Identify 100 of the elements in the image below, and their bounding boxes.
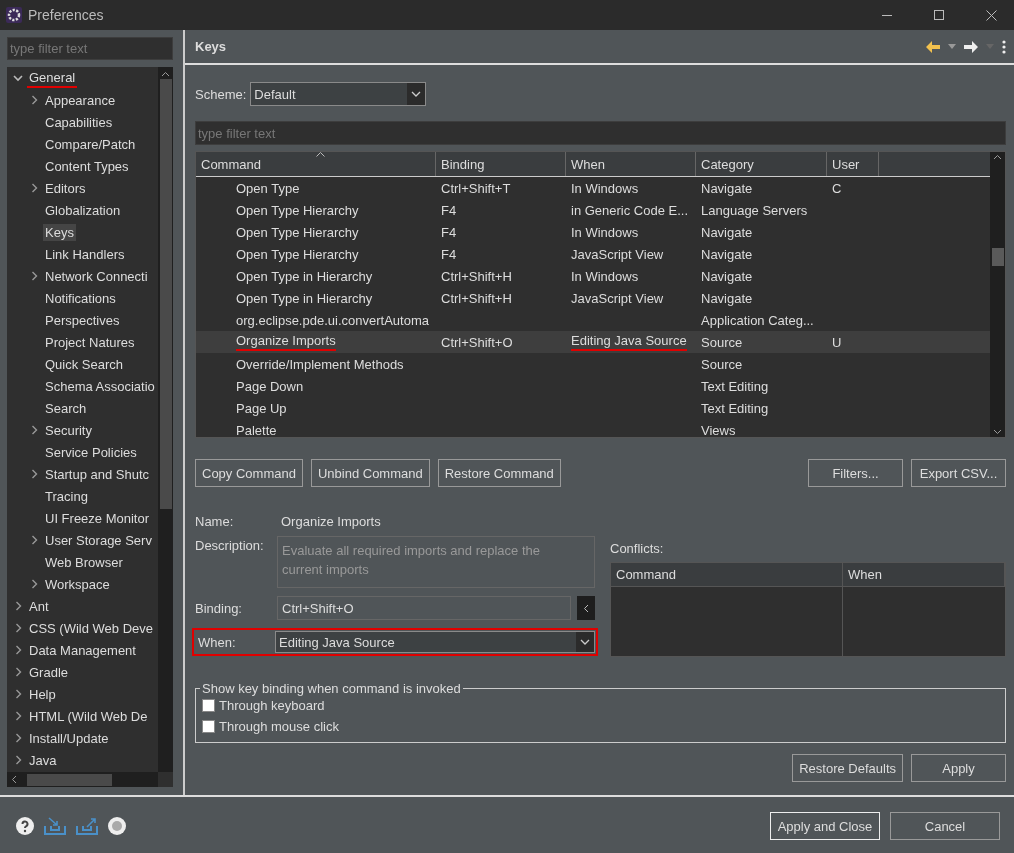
command-button[interactable]: Unbind Command: [310, 459, 430, 487]
maximize-icon[interactable]: [934, 10, 944, 20]
column-header[interactable]: Binding: [436, 152, 566, 176]
tree-item[interactable]: Network Connecti: [43, 267, 150, 285]
forward-arrow-icon[interactable]: [964, 40, 978, 53]
tree-item[interactable]: Globalization: [43, 201, 123, 219]
scroll-up-icon[interactable]: [161, 71, 170, 77]
tree-item[interactable]: Keys: [43, 223, 76, 241]
table-row[interactable]: Open Type Ctrl+Shift+T In Windows Navigate C: [196, 177, 990, 199]
help-icon[interactable]: [16, 817, 34, 835]
command-button[interactable]: Export CSV...: [911, 459, 1006, 487]
table-row[interactable]: org.eclipse.pde.ui.convertAutoma Application Categ...: [196, 309, 990, 331]
filter-field[interactable]: type filter text: [7, 37, 173, 60]
tree-item[interactable]: Service Policies: [43, 443, 139, 461]
chevron-right-icon[interactable]: [30, 183, 38, 193]
chevron-right-icon[interactable]: [14, 733, 22, 743]
tree-item[interactable]: Java: [27, 751, 59, 769]
command-button[interactable]: Restore Command: [437, 459, 561, 487]
page-button[interactable]: Restore Defaults: [792, 754, 903, 782]
close-icon[interactable]: [985, 9, 997, 21]
table-row[interactable]: Open Type Hierarchy F4 in Generic Code E... Language Servers: [196, 199, 990, 221]
tree-item[interactable]: Perspectives: [43, 311, 122, 329]
tree-item[interactable]: Security: [43, 421, 94, 439]
checkbox[interactable]: [202, 720, 215, 733]
vertical-scrollbar[interactable]: [990, 152, 1005, 437]
import-icon[interactable]: [44, 817, 66, 835]
checkbox[interactable]: [202, 699, 215, 712]
horizontal-scrollbar[interactable]: [7, 772, 158, 787]
chevron-right-icon[interactable]: [30, 271, 38, 281]
chevron-right-icon[interactable]: [30, 95, 38, 105]
chevron-right-icon[interactable]: [14, 601, 22, 611]
tree-item[interactable]: Startup and Shutc: [43, 465, 152, 483]
tree-item[interactable]: Data Management: [27, 641, 138, 659]
tree-item[interactable]: Workspace: [43, 575, 112, 593]
scroll-thumb[interactable]: [27, 773, 112, 786]
tree-item[interactable]: Schema Associatio: [43, 377, 157, 395]
column-header[interactable]: When: [843, 563, 1005, 587]
tree-item[interactable]: Web Browser: [43, 553, 125, 571]
menu-icon[interactable]: [1002, 39, 1006, 54]
tree-item[interactable]: Install/Update: [27, 729, 111, 747]
record-icon[interactable]: [108, 817, 126, 835]
chevron-right-icon[interactable]: [14, 667, 22, 677]
chevron-left-icon[interactable]: [583, 603, 589, 613]
tree-item[interactable]: Editors: [43, 179, 88, 197]
table-row[interactable]: Open Type in Hierarchy Ctrl+Shift+H In Windows Navigate: [196, 265, 990, 287]
chevron-right-icon[interactable]: [30, 579, 38, 589]
scroll-thumb[interactable]: [991, 248, 1004, 266]
tree-item[interactable]: Link Handlers: [43, 245, 127, 263]
tree-item[interactable]: Capabilities: [43, 113, 115, 131]
vertical-scrollbar[interactable]: [158, 67, 173, 772]
filter-field[interactable]: type filter text: [195, 121, 1006, 145]
binding-field[interactable]: Ctrl+Shift+O: [277, 596, 571, 621]
when-dropdown[interactable]: Editing Java Source: [275, 631, 595, 654]
chevron-right-icon[interactable]: [14, 623, 22, 633]
tree-item[interactable]: Compare/Patch: [43, 135, 138, 153]
chevron-right-icon[interactable]: [14, 645, 22, 655]
table-row[interactable]: Page Up Text Editing: [196, 397, 990, 419]
minimize-icon[interactable]: [882, 14, 892, 16]
tree-item[interactable]: CSS (Wild Web Deve: [27, 619, 155, 637]
dropdown-icon[interactable]: [580, 639, 590, 646]
table-row[interactable]: Organize Imports Ctrl+Shift+O Editing Java Source Source U: [196, 331, 990, 353]
back-arrow-icon[interactable]: [926, 40, 940, 53]
table-row[interactable]: Open Type Hierarchy F4 In Windows Navigate: [196, 221, 990, 243]
tree-item[interactable]: Ant: [27, 597, 51, 615]
tree-item[interactable]: HTML (Wild Web De: [27, 707, 150, 725]
chevron-right-icon[interactable]: [14, 755, 22, 765]
tree-item[interactable]: Content Types: [43, 157, 131, 175]
chevron-right-icon[interactable]: [30, 535, 38, 545]
chevron-down-icon[interactable]: [13, 74, 23, 82]
chevron-right-icon[interactable]: [14, 711, 22, 721]
column-header[interactable]: Command: [196, 152, 436, 176]
table-row[interactable]: Page Down Text Editing: [196, 375, 990, 397]
tree-item[interactable]: UI Freeze Monitor: [43, 509, 152, 527]
tree-item[interactable]: User Storage Serv: [43, 531, 154, 549]
dialog-button[interactable]: Apply and Close: [770, 812, 880, 840]
tree-item[interactable]: Notifications: [43, 289, 118, 307]
scroll-left-icon[interactable]: [11, 775, 17, 784]
command-button[interactable]: Filters...: [808, 459, 903, 487]
table-row[interactable]: Open Type Hierarchy F4 JavaScript View Navigate: [196, 243, 990, 265]
table-row[interactable]: Palette Views: [196, 419, 990, 437]
tree-item[interactable]: Help: [27, 685, 58, 703]
scroll-thumb[interactable]: [159, 79, 172, 509]
scheme-dropdown[interactable]: Default: [250, 82, 427, 106]
tree-item[interactable]: Quick Search: [43, 355, 126, 373]
column-header[interactable]: Command: [611, 563, 843, 587]
dialog-button[interactable]: Cancel: [890, 812, 1000, 840]
page-button[interactable]: Apply: [911, 754, 1006, 782]
chevron-right-icon[interactable]: [30, 469, 38, 479]
dropdown-icon[interactable]: [411, 91, 422, 97]
table-row[interactable]: Open Type in Hierarchy Ctrl+Shift+H JavaScript View Navigate: [196, 287, 990, 309]
export-icon[interactable]: [76, 817, 98, 835]
tree-item[interactable]: Appearance: [43, 91, 118, 109]
column-header[interactable]: Category: [696, 152, 827, 176]
command-button[interactable]: Copy Command: [195, 459, 303, 487]
tree-item[interactable]: General: [27, 68, 78, 88]
tree-item[interactable]: Tracing: [43, 487, 90, 505]
scroll-down-icon[interactable]: [993, 429, 1002, 435]
column-header[interactable]: When: [566, 152, 696, 176]
scroll-up-icon[interactable]: [993, 154, 1002, 160]
chevron-right-icon[interactable]: [30, 425, 38, 435]
